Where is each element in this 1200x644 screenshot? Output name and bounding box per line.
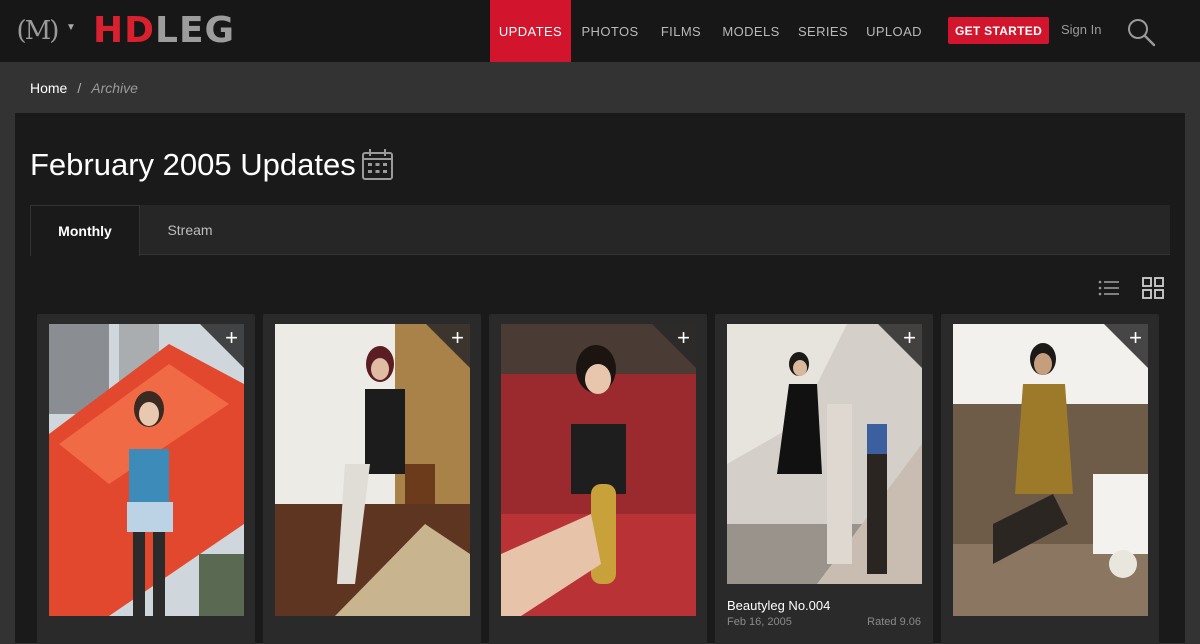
update-thumbnail[interactable]: + <box>49 324 244 616</box>
nav-upload[interactable]: UPLOAD <box>862 0 926 62</box>
breadcrumb-home-link[interactable]: Home <box>30 80 67 96</box>
breadcrumb-separator: / <box>77 80 82 96</box>
update-card[interactable]: + Beautyleg No.004 Feb 16, 2005 Rated 9.… <box>715 314 933 644</box>
nav-films[interactable]: FILMS <box>655 0 707 62</box>
update-thumbnail[interactable]: + <box>727 324 922 584</box>
update-card[interactable]: + <box>941 314 1159 644</box>
hdleg-logo[interactable]: HDLEG <box>93 10 235 52</box>
update-card[interactable]: + <box>489 314 707 644</box>
nav-updates[interactable]: UPDATES <box>490 0 571 62</box>
add-to-favorites-icon[interactable]: + <box>1129 327 1142 349</box>
grid-view-icon[interactable] <box>1141 276 1165 300</box>
add-to-favorites-icon[interactable]: + <box>225 327 238 349</box>
top-navigation-bar: (M) ▼ HDLEG UPDATES PHOTOS FILMS MODELS … <box>0 0 1200 62</box>
page-title: February 2005 Updates <box>30 147 356 182</box>
breadcrumb: Home / Archive <box>30 79 138 97</box>
logo-text-hd: HD <box>93 10 156 51</box>
get-started-button[interactable]: GET STARTED <box>948 17 1049 44</box>
nav-series[interactable]: SERIES <box>796 0 850 62</box>
update-thumbnail[interactable]: + <box>953 324 1148 616</box>
update-title[interactable]: Beautyleg No.004 <box>727 598 830 613</box>
update-card[interactable]: + <box>263 314 481 644</box>
sign-in-link[interactable]: Sign In <box>1061 22 1101 37</box>
update-rating: Rated 9.06 <box>867 616 921 628</box>
update-thumbnail[interactable]: + <box>501 324 696 616</box>
tab-stream[interactable]: Stream <box>140 205 240 255</box>
tab-monthly[interactable]: Monthly <box>30 205 140 256</box>
update-thumbnail[interactable]: + <box>275 324 470 616</box>
nav-photos[interactable]: PHOTOS <box>577 0 643 62</box>
add-to-favorites-icon[interactable]: + <box>677 327 690 349</box>
site-network-logo[interactable]: (M) <box>14 12 60 50</box>
view-tabs: Monthly Stream <box>30 205 1170 256</box>
add-to-favorites-icon[interactable]: + <box>903 327 916 349</box>
update-card[interactable]: + <box>37 314 255 644</box>
breadcrumb-current: Archive <box>91 80 138 96</box>
add-to-favorites-icon[interactable]: + <box>451 327 464 349</box>
list-view-icon[interactable] <box>1097 276 1121 300</box>
calendar-icon[interactable] <box>361 148 394 181</box>
search-icon[interactable] <box>1126 17 1156 47</box>
chevron-down-icon[interactable]: ▼ <box>66 22 76 33</box>
logo-text-leg: LEG <box>155 10 236 51</box>
update-date: Feb 16, 2005 <box>727 616 792 628</box>
nav-models[interactable]: MODELS <box>719 0 783 62</box>
